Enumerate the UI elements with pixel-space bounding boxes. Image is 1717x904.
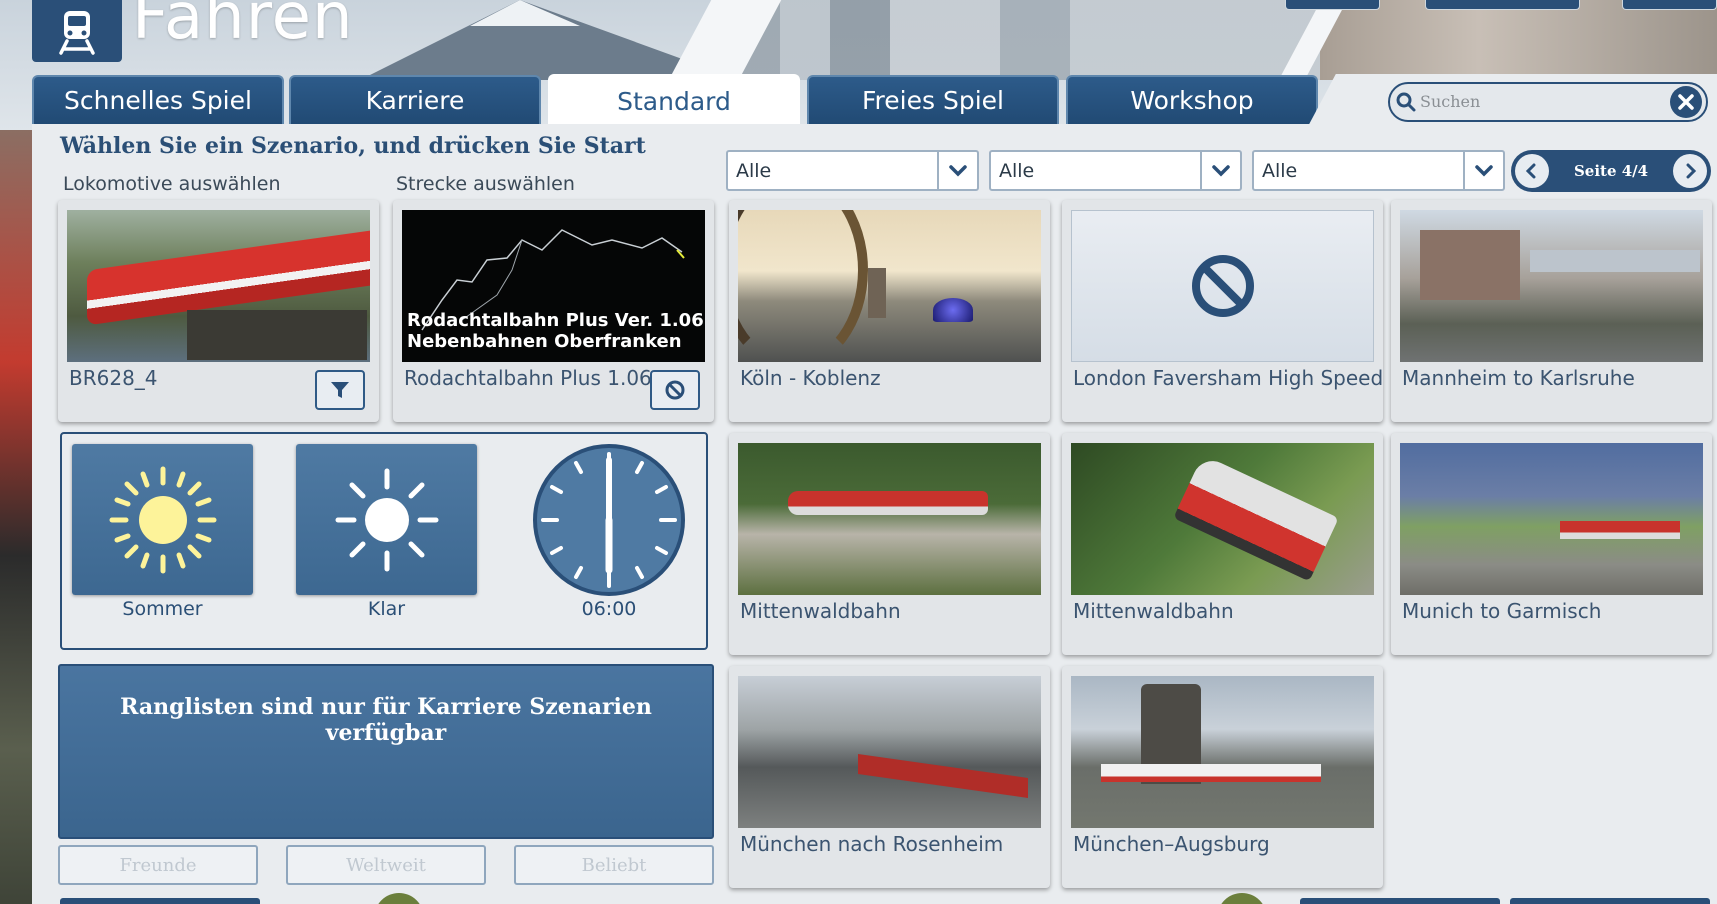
weather-button[interactable] bbox=[296, 444, 477, 595]
route-card[interactable]: München nach Rosenheim bbox=[729, 666, 1050, 888]
route-card[interactable]: Mannheim to Karlsruhe bbox=[1391, 200, 1712, 422]
route-card-label: London Faversham High Speed bbox=[1073, 366, 1384, 390]
tab-schnelles-spiel[interactable]: Schnelles Spiel bbox=[32, 75, 284, 124]
mountain-snow bbox=[470, 0, 580, 26]
route-card[interactable]: Köln - Koblenz bbox=[729, 200, 1050, 422]
search-input[interactable] bbox=[1420, 85, 1660, 117]
time-label: 06:00 bbox=[581, 598, 637, 620]
bottom-button[interactable] bbox=[1510, 898, 1710, 904]
route-thumb-caption-line2: Nebenbahnen Oberfranken bbox=[407, 331, 682, 352]
route-map-thumbnail: Rodachtalbahn Plus Ver. 1.06 Nebenbahnen… bbox=[402, 210, 705, 362]
loco-name: BR628_4 bbox=[69, 366, 158, 390]
tab-karriere[interactable]: Karriere bbox=[289, 75, 541, 124]
train-icon bbox=[59, 11, 95, 55]
route-card-label: München nach Rosenheim bbox=[740, 832, 1004, 856]
filter-dropdown-3[interactable]: Alle bbox=[1252, 150, 1505, 191]
search-clear-button[interactable] bbox=[1670, 86, 1702, 118]
route-thumbnail-placeholder bbox=[1071, 210, 1374, 362]
route-name: Rodachtalbahn Plus 1.06 bbox=[404, 366, 652, 390]
route-card-label: Mittenwaldbahn bbox=[1073, 599, 1234, 623]
clock-icon[interactable] bbox=[531, 442, 687, 598]
pager: Seite 4/4 bbox=[1511, 150, 1711, 192]
route-card-label: München–Augsburg bbox=[1073, 832, 1270, 856]
leaderboard-panel bbox=[58, 664, 714, 839]
route-card[interactable]: München–Augsburg bbox=[1062, 666, 1383, 888]
route-thumb-caption: Rodachtalbahn Plus Ver. 1.06 Nebenbahnen… bbox=[407, 310, 704, 352]
route-card[interactable]: Munich to Garmisch bbox=[1391, 433, 1712, 655]
season-button[interactable] bbox=[72, 444, 253, 595]
route-card[interactable]: Mittenwaldbahn bbox=[1062, 433, 1383, 655]
panel-heading: Wählen Sie ein Szenario, und drücken Sie… bbox=[60, 133, 646, 159]
leaderboard-popular-button[interactable]: Beliebt bbox=[514, 845, 714, 885]
tab-standard[interactable]: Standard bbox=[548, 74, 800, 126]
filter-value: Alle bbox=[1262, 159, 1298, 182]
leaderboard-worldwide-button[interactable]: Weltweit bbox=[286, 845, 486, 885]
loco-section-label: Lokomotive auswählen bbox=[63, 173, 281, 195]
route-thumbnail bbox=[738, 676, 1041, 828]
filter-icon bbox=[331, 382, 349, 398]
tab-workshop[interactable]: Workshop bbox=[1066, 75, 1318, 124]
city-skyline bbox=[740, 0, 1320, 80]
close-icon bbox=[1678, 94, 1694, 110]
tab-freies-spiel[interactable]: Freies Spiel bbox=[807, 75, 1059, 124]
clear-weather-icon bbox=[335, 468, 438, 571]
route-card-label: Köln - Koblenz bbox=[740, 366, 881, 390]
route-thumbnail bbox=[1071, 443, 1374, 595]
sun-icon bbox=[109, 466, 216, 573]
chevron-down-icon bbox=[1200, 152, 1240, 189]
top-menu-button[interactable] bbox=[1622, 0, 1717, 10]
filter-value: Alle bbox=[999, 159, 1035, 182]
previous-page-button[interactable] bbox=[1515, 154, 1549, 188]
selected-loco-card[interactable]: BR628_4 bbox=[58, 200, 379, 422]
route-thumbnail bbox=[1071, 676, 1374, 828]
no-image-icon bbox=[1191, 255, 1254, 317]
selected-route-card[interactable]: Rodachtalbahn Plus Ver. 1.06 Nebenbahnen… bbox=[393, 200, 714, 422]
bottom-button[interactable] bbox=[60, 898, 260, 904]
chevron-left-icon bbox=[1525, 163, 1536, 179]
search-icon bbox=[1396, 92, 1416, 112]
top-menu-button[interactable] bbox=[1425, 0, 1580, 10]
route-thumbnail bbox=[738, 443, 1041, 595]
castle-tower bbox=[1320, 0, 1717, 80]
route-card-label: Munich to Garmisch bbox=[1402, 599, 1602, 623]
loco-thumbnail bbox=[67, 210, 370, 362]
filter-value: Alle bbox=[736, 159, 772, 182]
chevron-right-icon bbox=[1686, 163, 1697, 179]
route-card-label: Mannheim to Karlsruhe bbox=[1402, 366, 1635, 390]
route-card[interactable]: Mittenwaldbahn bbox=[729, 433, 1050, 655]
no-entry-icon bbox=[665, 380, 685, 400]
route-thumbnail bbox=[1400, 210, 1703, 362]
bottom-button[interactable] bbox=[1300, 898, 1500, 904]
top-menu-button[interactable] bbox=[1285, 0, 1380, 10]
chevron-down-icon bbox=[1463, 152, 1503, 189]
route-thumb-caption-line1: Rodachtalbahn Plus Ver. 1.06 bbox=[407, 310, 704, 331]
route-thumbnail bbox=[738, 210, 1041, 362]
page-indicator: Seite 4/4 bbox=[1573, 162, 1649, 180]
filter-dropdown-2[interactable]: Alle bbox=[989, 150, 1242, 191]
chevron-down-icon bbox=[937, 152, 977, 189]
leaderboard-friends-button[interactable]: Freunde bbox=[58, 845, 258, 885]
season-label: Sommer bbox=[122, 598, 203, 620]
loco-filter-button[interactable] bbox=[315, 370, 365, 410]
page-title: Fahren bbox=[132, 0, 354, 54]
route-card[interactable]: London Faversham High Speed bbox=[1062, 200, 1383, 422]
filter-dropdown-1[interactable]: Alle bbox=[726, 150, 979, 191]
route-thumbnail bbox=[1400, 443, 1703, 595]
route-clear-button[interactable] bbox=[650, 370, 700, 410]
route-card-label: Mittenwaldbahn bbox=[740, 599, 901, 623]
weather-label: Klar bbox=[367, 598, 406, 620]
route-section-label: Strecke auswählen bbox=[396, 173, 575, 195]
leaderboard-message: Ranglisten sind nur für Karriere Szenari… bbox=[120, 694, 652, 746]
side-train-image bbox=[0, 130, 32, 904]
train-logo bbox=[32, 0, 122, 62]
next-page-button[interactable] bbox=[1673, 154, 1707, 188]
